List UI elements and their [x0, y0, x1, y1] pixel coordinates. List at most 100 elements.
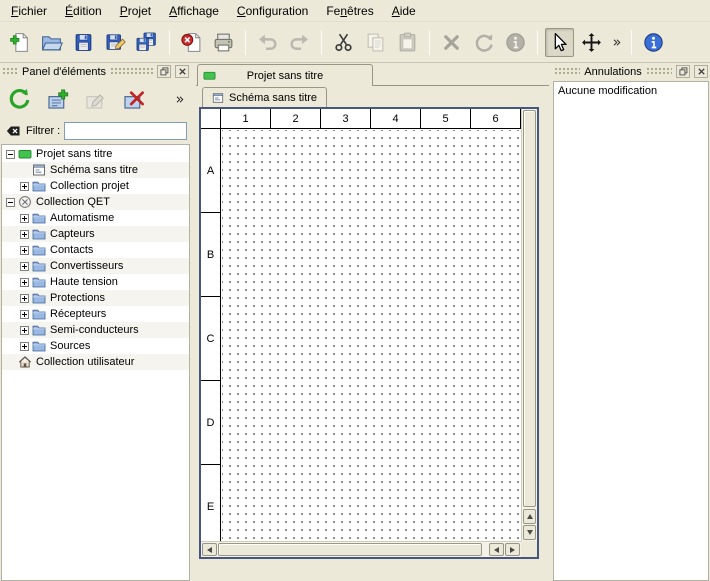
new-file-icon: [8, 31, 31, 54]
tree-item-sources[interactable]: Sources: [2, 338, 189, 354]
menu-configuration[interactable]: Configuration: [228, 1, 317, 21]
tree-item-label: Schéma sans titre: [50, 164, 138, 176]
toolbar-separator: [321, 30, 322, 55]
save-icon: [72, 31, 95, 54]
menu-fichier[interactable]: Fichier: [2, 1, 56, 21]
tree-expander-icon[interactable]: [20, 294, 29, 303]
folder-icon: [32, 227, 46, 241]
save-all-button[interactable]: [133, 28, 162, 57]
diagram-grid[interactable]: [222, 130, 521, 541]
refresh-icon: [7, 87, 32, 112]
new-element-button[interactable]: [42, 84, 73, 115]
delete-element-button[interactable]: [118, 84, 149, 115]
menu-fenetres[interactable]: Fenêtres: [317, 1, 382, 21]
tab-schema-sans-titre[interactable]: Schéma sans titre: [202, 87, 327, 107]
save-project-as-button[interactable]: [101, 28, 130, 57]
filter-input[interactable]: [64, 122, 187, 140]
tree-item-semi-conducteurs[interactable]: Semi-conducteurs: [2, 322, 189, 338]
undo-panel: Annulations Aucune modification: [552, 63, 710, 581]
scrollbar-corner: [521, 541, 537, 557]
tab-projet-sans-titre[interactable]: Projet sans titre: [197, 64, 373, 86]
tree-expander-icon[interactable]: [20, 182, 29, 191]
tree-item-protections[interactable]: Protections: [2, 290, 189, 306]
schema-tab-label: Schéma sans titre: [229, 92, 317, 104]
tree-item-label: Collection projet: [50, 180, 129, 192]
move-mode-button[interactable]: [577, 28, 606, 57]
tree-expander-icon[interactable]: [20, 326, 29, 335]
copy-icon: [364, 31, 387, 54]
tree-expander-icon[interactable]: [20, 342, 29, 351]
home-icon: [18, 355, 32, 369]
paste-button: [393, 28, 422, 57]
print-icon: [212, 31, 235, 54]
open-project-button[interactable]: [37, 28, 66, 57]
clear-filter-button[interactable]: [4, 122, 22, 140]
tree-item-collection-utilisateur[interactable]: Collection utilisateur: [2, 354, 189, 370]
tree-expander-icon[interactable]: [20, 262, 29, 271]
horizontal-scrollbar-thumb[interactable]: [218, 543, 482, 556]
vertical-scrollbar[interactable]: [521, 109, 537, 541]
toolbar-overflow-button[interactable]: [609, 28, 624, 57]
scroll-left-button[interactable]: [202, 543, 217, 556]
reload-collections-button[interactable]: [4, 84, 35, 115]
scroll-up-button[interactable]: [523, 509, 536, 524]
tree-item-projet-sans-titre[interactable]: Projet sans titre: [2, 146, 189, 162]
undo-history-list[interactable]: Aucune modification: [553, 81, 709, 581]
scroll-right-button[interactable]: [505, 543, 520, 556]
float-panel-button[interactable]: [676, 65, 690, 78]
folder-icon: [32, 275, 46, 289]
tree-item-capteurs[interactable]: Capteurs: [2, 226, 189, 242]
horizontal-scrollbar[interactable]: [201, 541, 521, 557]
menu-affichage[interactable]: Affichage: [160, 1, 228, 21]
arrow-left-icon: [491, 547, 499, 553]
folder-icon: [32, 339, 46, 353]
print-button[interactable]: [209, 28, 238, 57]
tree-item-convertisseurs[interactable]: Convertisseurs: [2, 258, 189, 274]
scroll-left-end-button[interactable]: [489, 543, 504, 556]
tree-expander-icon[interactable]: [20, 278, 29, 287]
tree-expander-icon[interactable]: [20, 230, 29, 239]
vertical-scrollbar-thumb[interactable]: [523, 110, 536, 507]
tree-expander-icon[interactable]: [20, 246, 29, 255]
tree-item-collection-projet[interactable]: Collection projet: [2, 178, 189, 194]
tree-expander-icon[interactable]: [20, 310, 29, 319]
toolbar-separator: [429, 30, 430, 55]
scroll-down-button[interactable]: [523, 525, 536, 540]
tree-item-contacts[interactable]: Contacts: [2, 242, 189, 258]
close-panel-button[interactable]: [694, 65, 708, 78]
close-project-button[interactable]: [177, 28, 206, 57]
folder-icon: [32, 211, 46, 225]
elements-panel-titlebar[interactable]: Panel d'éléments: [0, 63, 191, 80]
column-header: 2: [271, 109, 321, 128]
tree-item-haute-tension[interactable]: Haute tension: [2, 274, 189, 290]
select-mode-button[interactable]: [545, 28, 574, 57]
tree-item-recepteurs[interactable]: Récepteurs: [2, 306, 189, 322]
save-project-button[interactable]: [69, 28, 98, 57]
schema-view: 123456 ABCDE: [199, 107, 539, 559]
undo-panel-titlebar[interactable]: Annulations: [552, 63, 710, 80]
tree-item-label: Collection utilisateur: [36, 356, 134, 368]
tree-item-label: Convertisseurs: [50, 260, 123, 272]
tree-expander-icon[interactable]: [6, 198, 15, 207]
about-button[interactable]: [639, 28, 668, 57]
toolbar-separator: [537, 30, 538, 55]
tree-item-collection-qet[interactable]: Collection QET: [2, 194, 189, 210]
cut-button[interactable]: [329, 28, 358, 57]
tree-expander-icon[interactable]: [20, 214, 29, 223]
row-header: A: [201, 129, 220, 213]
dock-grip: [646, 67, 672, 76]
new-project-button[interactable]: [5, 28, 34, 57]
info-icon: [504, 31, 527, 54]
menu-projet[interactable]: Projet: [111, 1, 160, 21]
clear-filter-icon: [4, 122, 22, 140]
close-panel-button[interactable]: [175, 65, 189, 78]
tree-expander-icon[interactable]: [6, 150, 15, 159]
tree-item-automatisme[interactable]: Automatisme: [2, 210, 189, 226]
column-header: 4: [371, 109, 421, 128]
tree-item-schema-sans-titre[interactable]: Schéma sans titre: [2, 162, 189, 178]
menu-edition[interactable]: Édition: [56, 1, 111, 21]
menu-aide[interactable]: Aide: [383, 1, 425, 21]
float-panel-button[interactable]: [157, 65, 171, 78]
menubar: FichierÉditionProjetAffichageConfigurati…: [0, 0, 710, 22]
panel-overflow-button[interactable]: [171, 84, 187, 115]
